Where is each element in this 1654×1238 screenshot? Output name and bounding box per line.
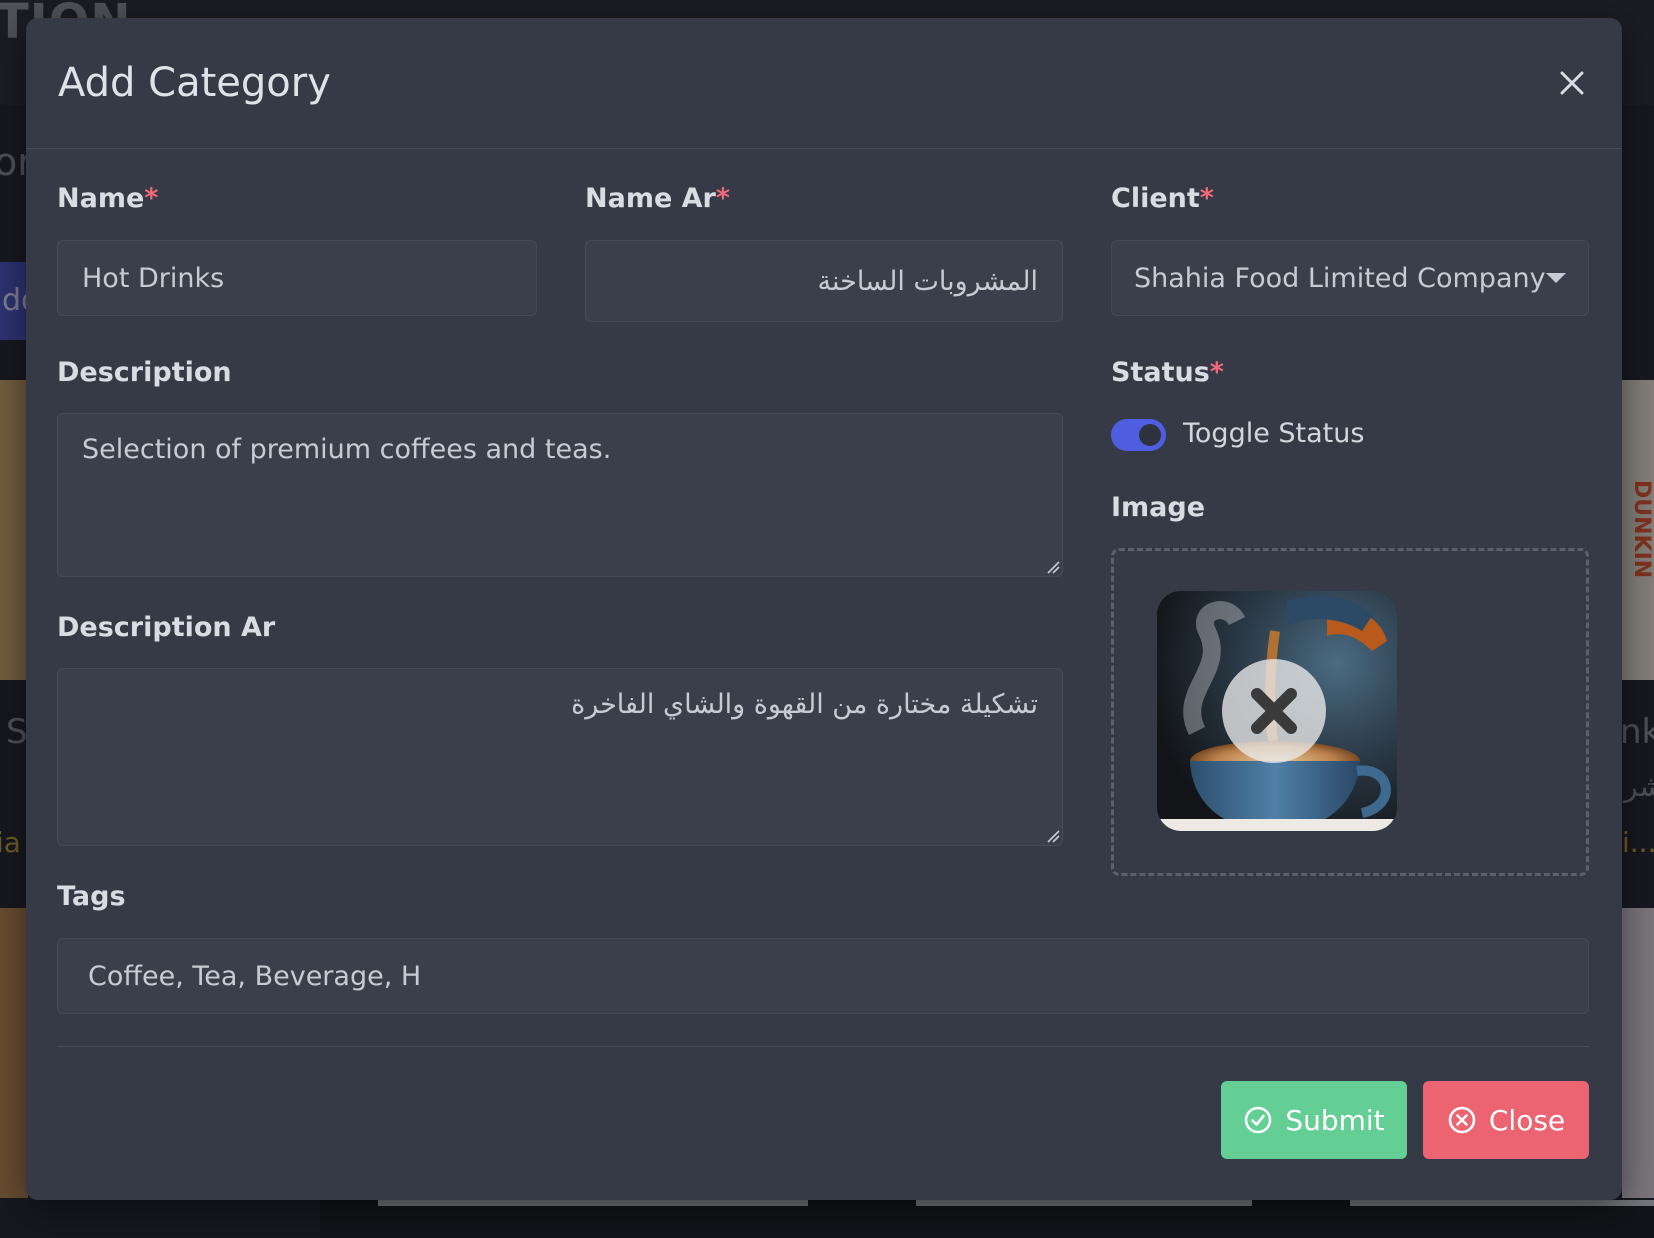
description-ar-textarea[interactable]: تشكيلة مختارة من القهوة والشاي الفاخرة [57, 668, 1063, 846]
name-ar-input[interactable]: المشروبات الساخنة [585, 240, 1063, 322]
close-icon[interactable] [1552, 63, 1592, 103]
name-ar-label: Name Ar* [585, 183, 730, 214]
description-ar-textarea-value: تشكيلة مختارة من القهوة والشاي الفاخرة [571, 689, 1038, 720]
resize-handle-icon[interactable] [1046, 829, 1060, 843]
toggle-knob [1139, 424, 1161, 446]
image-dropzone[interactable] [1111, 548, 1589, 876]
client-select[interactable]: Shahia Food Limited Company [1111, 240, 1589, 316]
tags-label-text: Tags [57, 881, 126, 912]
status-toggle[interactable] [1111, 419, 1166, 451]
description-textarea[interactable]: Selection of premium coffees and teas. [57, 413, 1063, 577]
remove-image-button[interactable] [1222, 659, 1326, 763]
description-label-text: Description [57, 357, 232, 388]
client-label: Client* [1111, 183, 1214, 214]
required-marker: * [1209, 357, 1224, 388]
check-circle-icon [1245, 1106, 1272, 1134]
description-label: Description [57, 357, 232, 388]
close-button[interactable]: Close [1423, 1081, 1589, 1159]
modal-title: Add Category [58, 60, 331, 106]
client-label-text: Client [1111, 183, 1200, 214]
x-circle-icon [1448, 1106, 1476, 1134]
name-label-text: Name [57, 183, 145, 214]
toggle-status-label: Toggle Status [1183, 418, 1365, 449]
client-select-value: Shahia Food Limited Company [1134, 262, 1546, 294]
submit-label: Submit [1285, 1103, 1385, 1137]
name-label: Name* [57, 183, 158, 214]
name-ar-label-text: Name Ar [585, 183, 716, 214]
status-label-text: Status [1111, 357, 1210, 388]
required-marker: * [715, 183, 730, 214]
description-textarea-value: Selection of premium coffees and teas. [82, 434, 612, 465]
chevron-down-icon [1546, 273, 1566, 283]
image-label: Image [1111, 492, 1205, 523]
required-marker: * [144, 183, 159, 214]
name-input[interactable]: Hot Drinks [57, 240, 537, 316]
modal-header: Add Category [26, 18, 1622, 149]
name-ar-input-value: المشروبات الساخنة [817, 265, 1038, 297]
x-icon [1251, 688, 1297, 734]
resize-handle-icon[interactable] [1046, 560, 1060, 574]
description-ar-label: Description Ar [57, 612, 275, 643]
close-label: Close [1488, 1103, 1566, 1137]
required-marker: * [1199, 183, 1214, 214]
tags-input-value: Coffee, Tea, Beverage, H [88, 960, 422, 992]
submit-button[interactable]: Submit [1221, 1081, 1407, 1159]
description-ar-label-text: Description Ar [57, 612, 276, 643]
status-label: Status* [1111, 357, 1224, 388]
footer-divider [57, 1046, 1589, 1047]
name-input-value: Hot Drinks [82, 262, 225, 294]
image-label-text: Image [1111, 492, 1206, 523]
tags-label: Tags [57, 881, 126, 912]
tags-input[interactable]: Coffee, Tea, Beverage, H [57, 938, 1589, 1014]
